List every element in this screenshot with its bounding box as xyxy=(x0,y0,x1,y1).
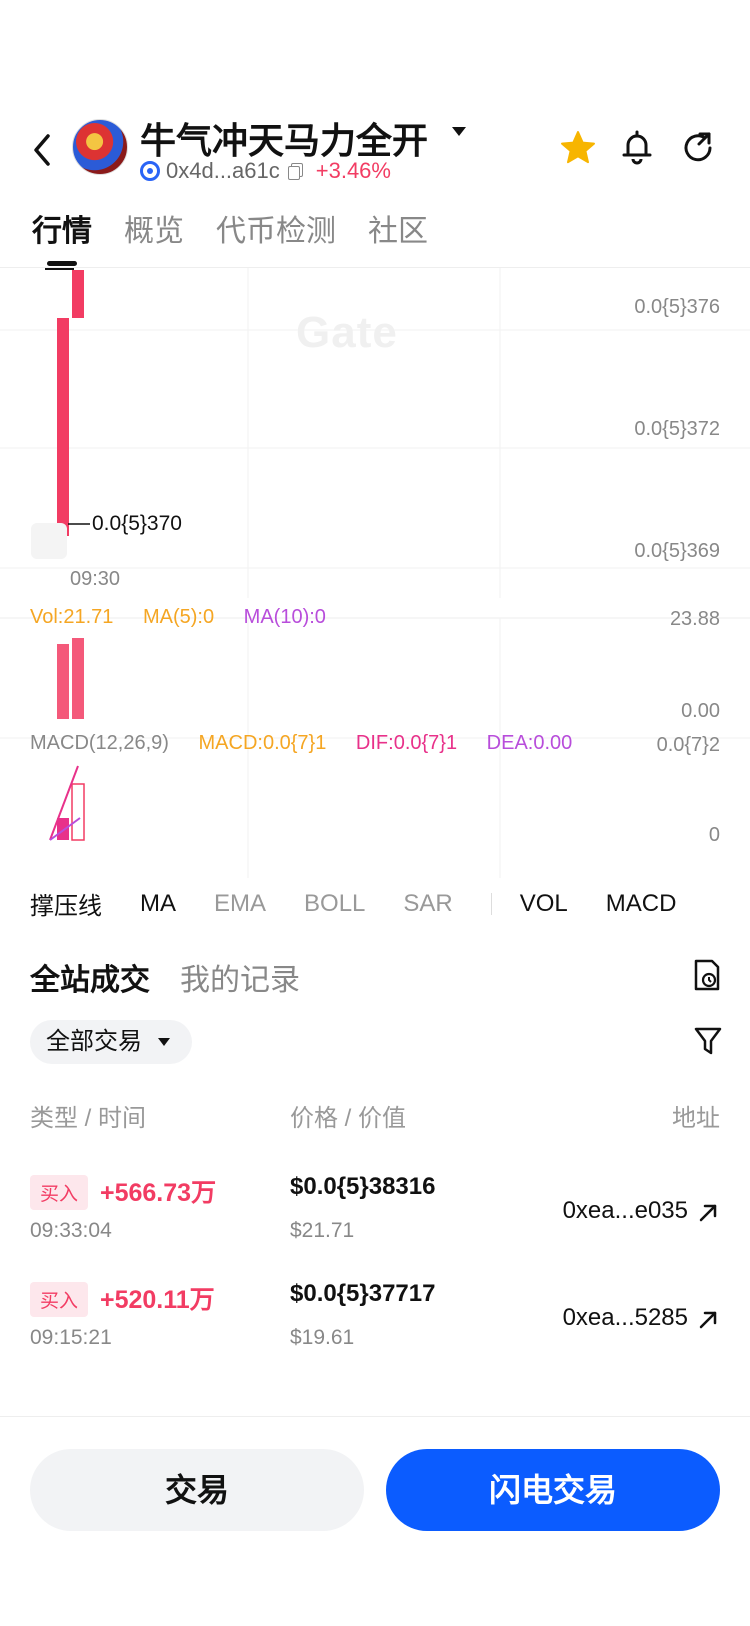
macd-bar-2 xyxy=(71,783,85,841)
vol-ma5: MA(5):0 xyxy=(142,606,215,628)
y-tick-label: 0.0{5}369 xyxy=(634,540,720,562)
trade-filter-dropdown[interactable]: 全部交易 xyxy=(30,1020,192,1064)
token-avatar xyxy=(72,119,128,175)
trade-type-badge: 买入 xyxy=(30,1282,89,1317)
indicator-boll[interactable]: BOLL xyxy=(304,890,365,918)
trade-address[interactable]: 0xea...e035 xyxy=(563,1197,688,1225)
macd-dea: DEA:0.00 xyxy=(486,732,573,754)
column-address: 地址 xyxy=(672,1105,720,1132)
trade-button[interactable]: 交易 xyxy=(30,1449,364,1531)
indicator-macd[interactable]: MACD xyxy=(606,890,677,918)
trade-row[interactable]: 买入 +520.11万 09:15:21 $0.0{5}37717 $19.61… xyxy=(0,1280,750,1382)
trade-time: 09:15:21 xyxy=(30,1326,112,1349)
macd-title: MACD(12,26,9) xyxy=(30,732,169,754)
history-icon[interactable] xyxy=(692,958,722,992)
external-link-icon[interactable] xyxy=(696,1308,720,1332)
indicator-divider xyxy=(490,892,492,915)
star-icon[interactable] xyxy=(560,130,596,166)
volume-bar-2 xyxy=(72,638,84,719)
trade-time: 09:33:04 xyxy=(30,1219,112,1242)
y-tick-label: 0.0{5}372 xyxy=(634,418,720,440)
trade-address[interactable]: 0xea...5285 xyxy=(563,1304,688,1332)
indicator-support-resistance[interactable]: 撑压线 xyxy=(30,886,102,921)
trade-amount: +520.11万 xyxy=(100,1286,215,1314)
macd-y-top: 0.0{7}2 xyxy=(656,734,720,756)
macd-y-bottom: 0 xyxy=(708,824,720,846)
chevron-down-icon xyxy=(158,1038,170,1046)
current-price-label: 0.0{5}370 xyxy=(92,512,182,535)
column-price-value: 价格 / 价值 xyxy=(290,1105,407,1132)
filter-label: 全部交易 xyxy=(46,1028,142,1055)
expand-icon[interactable] xyxy=(31,523,67,559)
trade-type-badge: 买入 xyxy=(30,1175,89,1210)
macd-bar-1 xyxy=(57,818,69,840)
address-row: 0x4d...a61c +3.46% xyxy=(140,156,391,186)
back-arrow-icon[interactable] xyxy=(28,128,58,172)
tab-my-records[interactable]: 我的记录 xyxy=(180,955,300,999)
chain-icon xyxy=(140,161,160,181)
main-tabs: 行情 概览 代币检测 社区 xyxy=(32,206,428,266)
trade-amount: +566.73万 xyxy=(100,1179,217,1207)
y-tick-label: 0.0{5}376 xyxy=(634,296,720,318)
watermark-logo: Gate xyxy=(296,308,398,357)
price-chart[interactable]: Gate 0.0{5}376 0.0{5}372 0.0{5}369 0.0{5… xyxy=(0,268,750,878)
indicator-sar[interactable]: SAR xyxy=(403,890,452,918)
trade-tabs: 全站成交 我的记录 xyxy=(30,955,300,999)
external-link-icon[interactable] xyxy=(696,1201,720,1225)
volume-bar-1 xyxy=(57,644,69,719)
trade-price: $0.0{5}38316 xyxy=(290,1173,436,1200)
candle-1 xyxy=(57,318,69,536)
bottom-divider xyxy=(0,1416,750,1417)
flash-trade-button[interactable]: 闪电交易 xyxy=(386,1449,720,1531)
tab-community[interactable]: 社区 xyxy=(368,206,428,266)
copy-icon[interactable] xyxy=(287,163,303,180)
macd-value: MACD:0.0{7}1 xyxy=(198,732,327,754)
tab-token-check[interactable]: 代币检测 xyxy=(216,206,336,266)
filter-icon[interactable] xyxy=(693,1025,723,1057)
trade-row[interactable]: 买入 +566.73万 09:33:04 $0.0{5}38316 $21.71… xyxy=(0,1173,750,1275)
share-icon[interactable] xyxy=(682,130,716,164)
indicator-vol[interactable]: VOL xyxy=(520,890,568,918)
chevron-down-icon[interactable] xyxy=(452,127,466,136)
macd-legend: MACD(12,26,9) MACD:0.0{7}1 DIF:0.0{7}1 D… xyxy=(30,732,596,755)
macd-dif: DIF:0.0{7}1 xyxy=(355,732,458,754)
bell-icon[interactable] xyxy=(620,128,654,166)
trade-price: $0.0{5}37717 xyxy=(290,1280,436,1307)
vol-ma10: MA(10):0 xyxy=(243,606,326,628)
vol-y-bottom: 0.00 xyxy=(681,700,720,722)
volume-legend: Vol:21.71 MA(5):0 MA(10):0 xyxy=(30,606,350,629)
vol-y-top: 23.88 xyxy=(669,608,720,630)
trade-value: $19.61 xyxy=(290,1326,355,1349)
price-change: +3.46% xyxy=(315,158,391,183)
token-header: 牛气冲天马力全开 0x4d...a61c +3.46% xyxy=(0,100,750,200)
column-type-time: 类型 / 时间 xyxy=(30,1105,147,1132)
indicator-selector: 撑压线 MA EMA BOLL SAR VOL MACD xyxy=(30,886,714,921)
tab-market[interactable]: 行情 xyxy=(32,206,92,266)
vol-value: Vol:21.71 xyxy=(30,606,114,628)
trade-value: $21.71 xyxy=(290,1219,355,1242)
tab-all-trades[interactable]: 全站成交 xyxy=(30,955,150,999)
x-tick-label: 09:30 xyxy=(70,568,121,590)
indicator-ema[interactable]: EMA xyxy=(214,890,266,918)
indicator-ma[interactable]: MA xyxy=(140,890,176,918)
tab-overview[interactable]: 概览 xyxy=(124,206,184,266)
candle-2 xyxy=(72,270,84,318)
token-address: 0x4d...a61c xyxy=(166,158,280,183)
